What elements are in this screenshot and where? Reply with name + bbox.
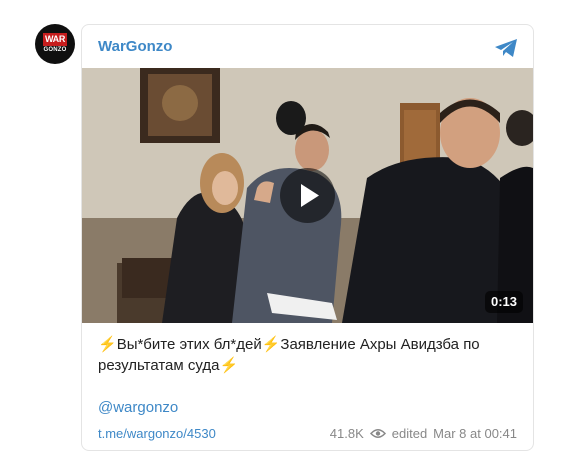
channel-avatar[interactable]: WAR GONZO (35, 24, 75, 64)
logo-bottom-text: GONZO (43, 47, 67, 53)
lightning-icon: ⚡ (98, 336, 117, 353)
post-text-part1: Вы*бите этих бл*дей (116, 336, 262, 353)
telegram-plane-icon[interactable] (494, 38, 518, 58)
lightning-icon: ⚡ (261, 336, 281, 353)
play-button[interactable] (280, 168, 335, 223)
play-icon (301, 184, 319, 207)
post-timestamp: Mar 8 at 00:41 (433, 426, 517, 441)
eye-icon (369, 429, 386, 438)
edited-label: edited (391, 426, 428, 441)
video-thumbnail[interactable]: 0:13 (82, 68, 533, 323)
channel-name[interactable]: WarGonzo (98, 38, 172, 55)
wargonzo-logo: WAR GONZO (43, 33, 67, 55)
post-text: ⚡Вы*бите этих бл*дей⚡Заявление Ахры Авид… (98, 334, 518, 376)
channel-mention-link[interactable]: @wargonzo (98, 399, 178, 416)
logo-top-text: WAR (43, 33, 67, 46)
post-meta: 41.8K edited Mar 8 at 00:41 (330, 426, 517, 441)
post-card: WarGonzo 0:13 ⚡Вы*бите этих бл*дей⚡Заявл… (81, 24, 534, 451)
post-link[interactable]: t.me/wargonzo/4530 (98, 426, 216, 441)
video-duration: 0:13 (484, 291, 523, 313)
lightning-icon: ⚡ (219, 357, 239, 374)
view-count: 41.8K (329, 426, 364, 441)
